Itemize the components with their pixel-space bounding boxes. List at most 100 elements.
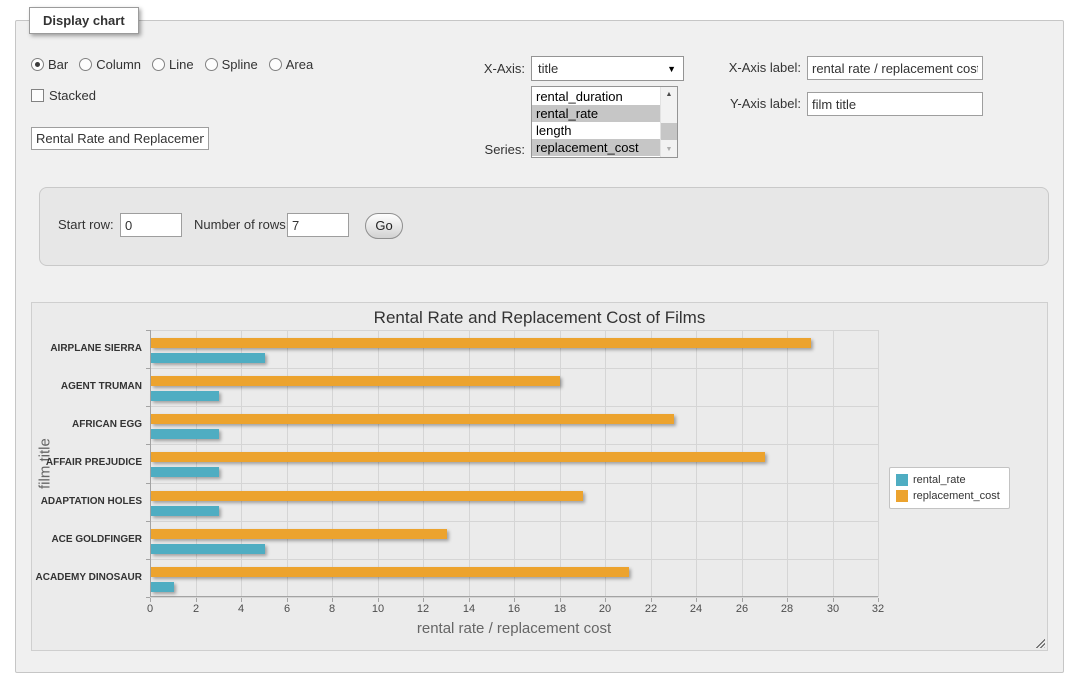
x-tick-mark: [287, 598, 288, 602]
start-row-input[interactable]: [120, 213, 182, 237]
chart-type-radio-spline[interactable]: Spline: [205, 57, 258, 72]
series-option-rental_duration[interactable]: rental_duration: [532, 88, 660, 105]
radio-label: Spline: [222, 57, 258, 72]
chart-type-radio-column[interactable]: Column: [79, 57, 141, 72]
bar-rental_rate: [151, 544, 265, 554]
fieldset-legend: Display chart: [29, 7, 139, 34]
x-tick-label: 32: [858, 603, 898, 615]
x-tick-mark: [651, 598, 652, 602]
stacked-checkbox-row[interactable]: Stacked: [31, 88, 96, 103]
bar-replacement_cost: [151, 529, 447, 539]
x-tick-label: 22: [631, 603, 671, 615]
gridline-vertical: [423, 330, 424, 597]
y-axis-label-input[interactable]: [807, 92, 983, 116]
bar-replacement_cost: [151, 338, 811, 348]
y-tick-mark: [146, 483, 150, 484]
radio-icon[interactable]: [31, 58, 44, 71]
x-tick-label: 0: [130, 603, 170, 615]
x-tick-mark: [833, 598, 834, 602]
series-options: rental_durationrental_ratelengthreplacem…: [532, 88, 660, 156]
start-row-label: Start row:: [58, 213, 114, 237]
gridline-vertical: [651, 330, 652, 597]
y-tick-mark: [146, 368, 150, 369]
x-tick-label: 26: [722, 603, 762, 615]
number-of-rows-input[interactable]: [287, 213, 349, 237]
x-tick-mark: [605, 598, 606, 602]
x-tick-label: 24: [676, 603, 716, 615]
x-tick-mark: [241, 598, 242, 602]
gridline-horizontal: [150, 330, 878, 331]
category-label: ADAPTATION HOLES: [32, 496, 142, 507]
stacked-checkbox[interactable]: [31, 89, 44, 102]
radio-label: Column: [96, 57, 141, 72]
gridline-horizontal: [150, 483, 878, 484]
x-tick-label: 4: [221, 603, 261, 615]
bar-rental_rate: [151, 391, 219, 401]
page: Display chart Bar Column Line Spline Area St…: [0, 0, 1081, 681]
x-axis-select-label: X-Axis:: [446, 56, 525, 81]
gridline-vertical: [514, 330, 515, 597]
category-label: AGENT TRUMAN: [32, 381, 142, 392]
gridline-vertical: [378, 330, 379, 597]
bar-rental_rate: [151, 429, 219, 439]
scroll-down-icon[interactable]: ▼: [661, 142, 677, 157]
category-label: AFRICAN EGG: [32, 419, 142, 430]
radio-label: Bar: [48, 57, 68, 72]
radio-icon[interactable]: [152, 58, 165, 71]
category-label: AFFAIR PREJUDICE: [32, 457, 142, 468]
bar-rental_rate: [151, 582, 174, 592]
radio-icon[interactable]: [79, 58, 92, 71]
gridline-horizontal: [150, 406, 878, 407]
radio-label: Area: [286, 57, 313, 72]
category-label: ACE GOLDFINGER: [32, 534, 142, 545]
gridline-horizontal: [150, 368, 878, 369]
bar-replacement_cost: [151, 376, 560, 386]
resize-grip-icon[interactable]: [1034, 637, 1045, 648]
x-tick-label: 30: [813, 603, 853, 615]
scrollbar-thumb[interactable]: [661, 123, 677, 140]
y-tick-mark: [146, 521, 150, 522]
chart-type-radio-bar[interactable]: Bar: [31, 57, 68, 72]
radio-icon[interactable]: [205, 58, 218, 71]
bar-replacement_cost: [151, 567, 629, 577]
series-option-rental_rate[interactable]: rental_rate: [532, 105, 660, 122]
chart-title-input[interactable]: [31, 127, 209, 150]
category-label: AIRPLANE SIERRA: [32, 343, 142, 354]
bar-rental_rate: [151, 506, 219, 516]
gridline-vertical: [742, 330, 743, 597]
x-tick-label: 10: [358, 603, 398, 615]
series-multiselect[interactable]: rental_durationrental_ratelengthreplacem…: [531, 86, 678, 158]
gridline-vertical: [560, 330, 561, 597]
scroll-up-icon[interactable]: ▲: [661, 87, 677, 102]
x-axis-label-input[interactable]: [807, 56, 983, 80]
chart-type-radio-area[interactable]: Area: [269, 57, 313, 72]
y-tick-mark: [146, 559, 150, 560]
category-label: ACADEMY DINOSAUR: [32, 572, 142, 583]
x-tick-label: 28: [767, 603, 807, 615]
x-axis-select[interactable]: title ▼: [531, 56, 684, 81]
gridline-vertical: [696, 330, 697, 597]
series-select-label: Series:: [446, 141, 525, 158]
series-scrollbar[interactable]: ▲ ▼: [660, 87, 677, 157]
x-tick-label: 12: [403, 603, 443, 615]
legend-label: rental_rate: [913, 474, 966, 486]
gridline-vertical: [833, 330, 834, 597]
rows-panel: Start row: Number of rows: Go: [39, 187, 1049, 266]
series-option-replacement_cost[interactable]: replacement_cost: [532, 139, 660, 156]
chart-legend[interactable]: rental_rate replacement_cost: [889, 467, 1010, 509]
legend-item-replacement_cost[interactable]: replacement_cost: [896, 490, 1000, 502]
x-axis-title: rental rate / replacement cost: [150, 620, 878, 637]
plot-area: [150, 330, 878, 597]
chart-type-radio-line[interactable]: Line: [152, 57, 194, 72]
gridline-vertical: [332, 330, 333, 597]
stacked-label: Stacked: [49, 88, 96, 103]
series-option-length[interactable]: length: [532, 122, 660, 139]
x-tick-mark: [378, 598, 379, 602]
legend-swatch: [896, 474, 908, 486]
x-tick-label: 6: [267, 603, 307, 615]
legend-item-rental_rate[interactable]: rental_rate: [896, 474, 1000, 486]
x-tick-label: 20: [585, 603, 625, 615]
display-chart-fieldset: Display chart BarColumnLineSplineArea St…: [15, 20, 1064, 673]
go-button[interactable]: Go: [365, 213, 403, 239]
radio-icon[interactable]: [269, 58, 282, 71]
